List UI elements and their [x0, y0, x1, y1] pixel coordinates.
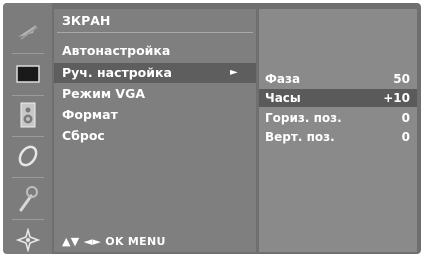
audio-icon[interactable] [9, 96, 47, 134]
menu-item-format[interactable]: Формат [54, 105, 256, 125]
osd-menu: ЗКРАН Автонастройка Руч. настройка ► Реж… [3, 3, 421, 254]
submenu-label: Часы [265, 91, 301, 105]
submenu-value: +10 [383, 91, 410, 105]
submenu-row-v-position[interactable]: Верт. поз. 0 [259, 128, 417, 146]
sidebar-divider [12, 219, 44, 220]
screen-icon[interactable] [9, 55, 47, 93]
submenu-value: 0 [401, 111, 410, 125]
main-menu-panel: ЗКРАН Автонастройка Руч. настройка ► Реж… [54, 9, 256, 252]
submenu-row-h-position[interactable]: Гориз. поз. 0 [259, 109, 417, 127]
menu-item-reset[interactable]: Сброс [54, 126, 256, 146]
menu-item-label: Сброс [62, 128, 105, 143]
menu-item-auto-config[interactable]: Автонастройка [54, 41, 256, 61]
sidebar-divider [12, 53, 44, 54]
submenu-label: Фаза [265, 72, 301, 86]
submenu-value: 50 [393, 72, 410, 86]
navigation-hint: ▲▼ ◄► OK MENU [62, 235, 166, 248]
picture-icon[interactable] [9, 13, 47, 51]
submenu-row-phase[interactable]: Фаза 50 [259, 70, 417, 88]
menu-item-label: Руч. настройка [62, 65, 172, 80]
submenu-label: Гориз. поз. [265, 111, 342, 125]
time-icon[interactable] [9, 137, 47, 175]
submenu-value: 0 [401, 130, 410, 144]
category-sidebar [3, 3, 52, 254]
submenu-row-clock[interactable]: Часы +10 [259, 89, 417, 107]
setup-icon[interactable] [9, 221, 47, 254]
option-icon[interactable] [9, 179, 47, 217]
submenu-label: Верт. поз. [265, 130, 335, 144]
title-divider [57, 32, 253, 33]
sidebar-divider [12, 177, 44, 178]
menu-item-label: Автонастройка [62, 43, 171, 58]
menu-title: ЗКРАН [62, 13, 111, 28]
menu-item-label: Формат [62, 107, 118, 122]
submenu-panel: Фаза 50 Часы +10 Гориз. поз. 0 Верт. поз… [259, 9, 417, 252]
submenu-arrow-icon: ► [230, 67, 238, 78]
menu-item-vga-mode[interactable]: Режим VGA [54, 84, 256, 104]
menu-item-label: Режим VGA [62, 86, 146, 101]
menu-item-manual-config[interactable]: Руч. настройка ► [54, 63, 256, 83]
